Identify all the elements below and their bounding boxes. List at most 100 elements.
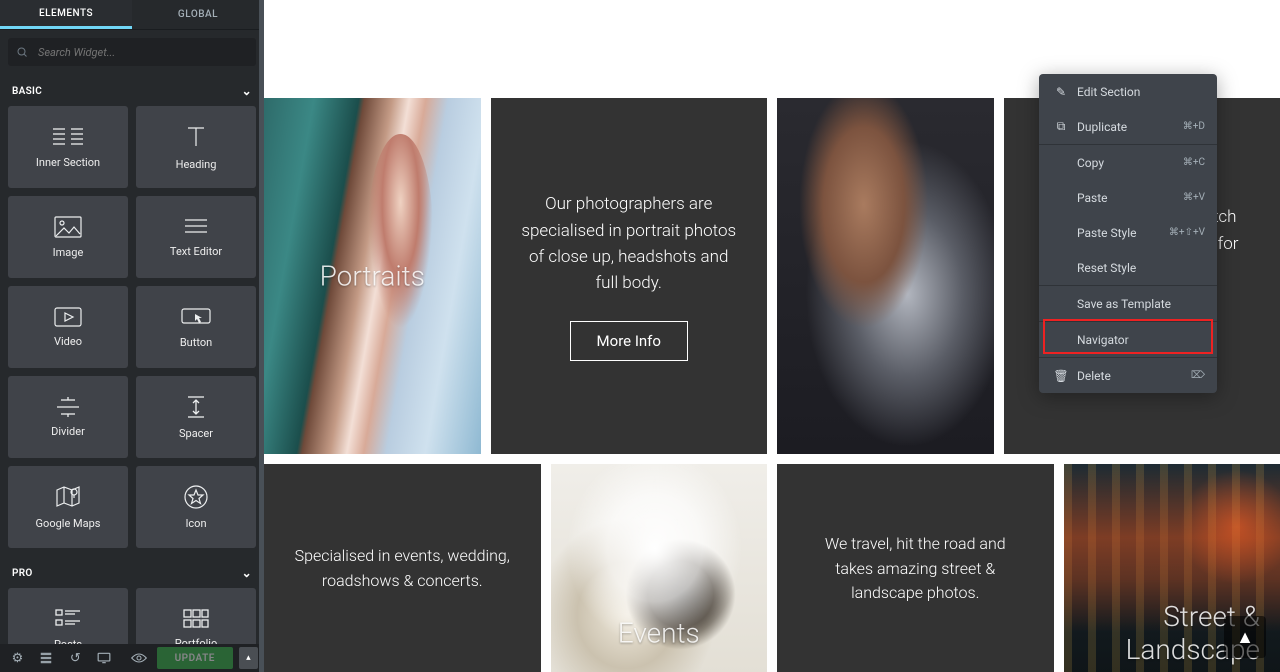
widget-label: Google Maps — [36, 517, 101, 530]
ctx-duplicate[interactable]: ⧉ Duplicate ⌘+D — [1039, 109, 1217, 144]
ctx-shortcut: ⌘+D — [1183, 121, 1205, 132]
ctx-navigator[interactable]: · Navigator — [1039, 322, 1217, 357]
widget-image[interactable]: Image — [8, 196, 128, 278]
ctx-shortcut: ⌘+⇧+V — [1169, 227, 1205, 238]
widget-google-maps[interactable]: Google Maps — [8, 466, 128, 548]
widget-video[interactable]: Video — [8, 286, 128, 368]
widget-label: Divider — [51, 425, 85, 438]
tab-global[interactable]: GLOBAL — [132, 0, 264, 29]
preview-icon[interactable] — [128, 646, 151, 670]
category-pro-label: PRO — [12, 568, 33, 579]
category-basic[interactable]: BASIC ⌄ — [0, 74, 264, 106]
widget-heading[interactable]: Heading — [136, 106, 256, 188]
fashion-photo — [777, 98, 994, 454]
ctx-delete[interactable]: 🗑 Delete ⌦ — [1039, 358, 1217, 393]
chevron-down-icon: ⌄ — [242, 566, 252, 580]
image-title: Portraits — [320, 260, 425, 293]
duplicate-icon: ⧉ — [1051, 119, 1071, 134]
widget-divider[interactable]: Divider — [8, 376, 128, 458]
ctx-label: Navigator — [1077, 333, 1205, 347]
trash-icon: 🗑 — [1051, 369, 1071, 383]
star-icon — [184, 485, 208, 509]
ctx-paste[interactable]: · Paste ⌘+V — [1039, 180, 1217, 215]
widget-text-editor[interactable]: Text Editor — [136, 196, 256, 278]
widget-label: Icon — [185, 517, 206, 530]
map-icon — [55, 485, 81, 509]
text-cell-events[interactable]: Specialised in events, wedding, roadshow… — [264, 464, 541, 672]
widget-label: Spacer — [179, 427, 213, 440]
portfolio-icon — [183, 609, 209, 629]
search-input[interactable] — [8, 38, 256, 66]
widget-inner-section[interactable]: Inner Section — [8, 106, 128, 188]
ctx-shortcut: ⌘+V — [1183, 192, 1205, 203]
spacer-icon — [184, 395, 208, 419]
ctx-label: Duplicate — [1077, 120, 1183, 134]
ctx-label: Paste — [1077, 191, 1183, 205]
card-description: We travel, hit the road and takes amazin… — [807, 532, 1024, 606]
chevron-down-icon: ⌄ — [242, 84, 252, 98]
widget-posts[interactable]: Posts — [8, 588, 128, 644]
posts-icon — [55, 608, 81, 630]
update-more-button[interactable]: ▴ — [239, 647, 258, 669]
ctx-label: Delete — [1077, 369, 1191, 383]
text-cell-portraits[interactable]: Our photographers are specialised in por… — [491, 98, 768, 454]
scroll-top-button[interactable]: ▲ — [1224, 616, 1266, 658]
widget-label: Video — [54, 335, 82, 348]
image-cell-events[interactable]: Events — [551, 464, 768, 672]
widget-label: Inner Section — [36, 156, 100, 169]
image-cell-fashion[interactable] — [777, 98, 994, 454]
ctx-shortcut: ⌦ — [1191, 370, 1205, 381]
image-title: Events — [618, 617, 700, 650]
search-icon — [16, 46, 28, 58]
widget-spacer[interactable]: Spacer — [136, 376, 256, 458]
responsive-icon[interactable] — [93, 646, 116, 670]
ctx-label: Edit Section — [1077, 85, 1205, 99]
widgets-list[interactable]: Inner Section Heading Image Text Editor … — [0, 106, 264, 644]
text-editor-icon — [183, 217, 209, 237]
history-icon[interactable]: ↺ — [64, 646, 87, 670]
widget-icon[interactable]: Icon — [136, 466, 256, 548]
card-description: Our photographers are specialised in por… — [521, 191, 738, 296]
columns-icon — [53, 126, 83, 148]
category-basic-label: BASIC — [12, 86, 42, 97]
widget-label: Button — [180, 336, 212, 349]
widgets-sidebar: ELEMENTS GLOBAL BASIC ⌄ Inner Section He… — [0, 0, 264, 672]
ctx-edit-section[interactable]: ✎ Edit Section — [1039, 74, 1217, 109]
image-icon — [54, 216, 82, 238]
widget-label: Heading — [176, 158, 217, 171]
more-info-button[interactable]: More Info — [570, 321, 688, 361]
ctx-reset-style[interactable]: · Reset Style — [1039, 250, 1217, 285]
ctx-save-as-template[interactable]: · Save as Template — [1039, 286, 1217, 321]
search-wrap — [0, 30, 264, 74]
divider-icon — [55, 397, 81, 417]
ctx-label: Reset Style — [1077, 261, 1205, 275]
widget-label: Text Editor — [170, 245, 222, 258]
text-cell-street[interactable]: We travel, hit the road and takes amazin… — [777, 464, 1054, 672]
section-context-menu: ✎ Edit Section ⧉ Duplicate ⌘+D · Copy ⌘+… — [1039, 74, 1217, 393]
sidebar-tabs: ELEMENTS GLOBAL — [0, 0, 264, 30]
settings-icon[interactable]: ⚙ — [6, 646, 29, 670]
pencil-icon: ✎ — [1051, 85, 1071, 99]
tab-elements[interactable]: ELEMENTS — [0, 0, 132, 29]
ctx-shortcut: ⌘+C — [1183, 157, 1205, 168]
section-row-2[interactable]: Specialised in events, wedding, roadshow… — [264, 464, 1280, 672]
widget-button[interactable]: Button — [136, 286, 256, 368]
ctx-label: Paste Style — [1077, 226, 1169, 240]
ctx-copy[interactable]: · Copy ⌘+C — [1039, 145, 1217, 180]
ctx-label: Save as Template — [1077, 297, 1205, 311]
button-icon — [181, 306, 211, 328]
category-pro[interactable]: PRO ⌄ — [0, 556, 264, 588]
video-icon — [54, 307, 82, 327]
heading-icon — [183, 124, 209, 150]
card-description: Specialised in events, wedding, roadshow… — [294, 544, 511, 594]
ctx-label: Copy — [1077, 156, 1183, 170]
ctx-paste-style[interactable]: · Paste Style ⌘+⇧+V — [1039, 215, 1217, 250]
image-cell-portraits[interactable]: Portraits — [264, 98, 481, 454]
widget-portfolio[interactable]: Portfolio — [136, 588, 256, 644]
update-button[interactable]: UPDATE — [157, 647, 233, 669]
navigator-icon[interactable] — [35, 646, 58, 670]
widget-label: Image — [53, 246, 84, 259]
widget-label: Portfolio — [175, 637, 217, 645]
sidebar-footer: ⚙ ↺ UPDATE ▴ — [0, 644, 264, 672]
editor-canvas[interactable]: Portraits Our photographers are speciali… — [264, 0, 1280, 672]
